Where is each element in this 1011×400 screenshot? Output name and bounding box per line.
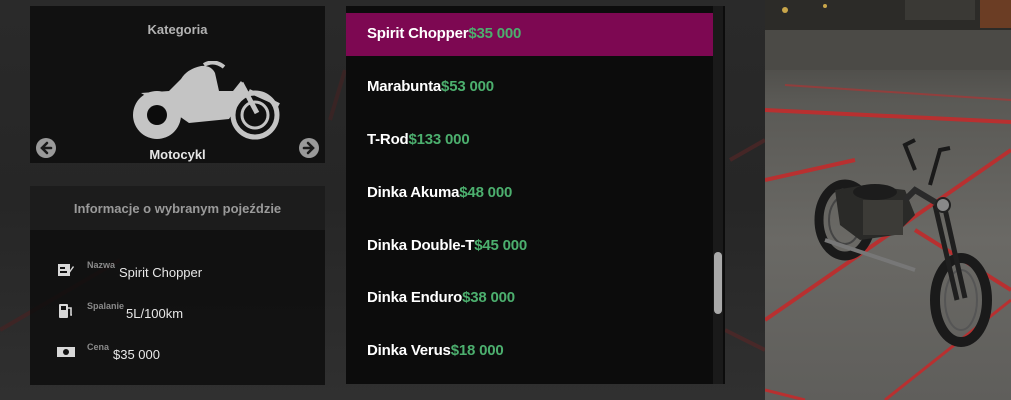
vehicle-list-item[interactable]: Dinka Double-T$45 000 xyxy=(346,225,713,268)
info-value-name: Spirit Chopper xyxy=(119,265,203,280)
id-card-icon xyxy=(58,264,74,276)
info-label-fuel: Spalanie xyxy=(87,301,125,311)
vehicle-info-panel: Informacje o wybranym pojeździe Nazwa Sp… xyxy=(30,186,325,385)
motorcycle-model xyxy=(814,138,992,347)
category-panel: Kategoria Motocykl xyxy=(30,6,325,163)
vehicle-list[interactable]: Spirit Chopper$35 000 Marabunta$53 000 T… xyxy=(346,6,725,384)
vehicle-list-item[interactable]: T-Rod$133 000 xyxy=(346,119,713,162)
vehicle-preview xyxy=(765,0,1011,400)
vehicle-price: $38 000 xyxy=(462,289,515,306)
vehicle-list-item[interactable]: Dinka Akuma$48 000 xyxy=(346,172,713,215)
vehicle-name: Spirit Chopper xyxy=(367,25,469,42)
vehicle-price: $48 000 xyxy=(459,184,513,201)
banknote-icon xyxy=(57,347,75,357)
vehicle-price: $53 000 xyxy=(441,78,494,95)
vehicle-price: $18 000 xyxy=(450,342,504,359)
scrollbar-track[interactable] xyxy=(713,6,723,384)
motorcycle-icon xyxy=(133,61,280,140)
next-category-button[interactable] xyxy=(299,138,319,158)
info-value-price: $35 000 xyxy=(113,347,160,362)
vehicle-name: T-Rod xyxy=(367,131,409,148)
info-label-price: Cena xyxy=(87,342,110,352)
vehicle-list-item[interactable]: Dinka Verus$18 000 xyxy=(346,330,713,373)
info-label-name: Nazwa xyxy=(87,260,116,270)
vehicle-price: $35 000 xyxy=(468,25,522,42)
vehicle-list-item[interactable]: Marabunta$53 000 xyxy=(346,66,713,109)
scrollbar-thumb[interactable] xyxy=(714,252,722,314)
vehicle-list-item[interactable]: Dinka Enduro$38 000 xyxy=(346,277,713,320)
vehicle-name: Dinka Verus xyxy=(367,342,451,359)
vehicle-list-item[interactable]: Spirit Chopper$35 000 xyxy=(346,13,713,56)
vehicle-price: $133 000 xyxy=(408,131,470,148)
vehicle-name: Marabunta xyxy=(367,78,442,95)
vehicle-name: Dinka Double-T xyxy=(367,237,475,254)
category-value: Motocykl xyxy=(149,147,206,162)
prev-category-button[interactable] xyxy=(36,138,56,158)
vehicle-name: Dinka Akuma xyxy=(367,184,460,201)
info-title-bar: Informacje o wybranym pojeździe xyxy=(30,186,325,230)
arrow-right-icon xyxy=(302,141,315,155)
fuel-pump-icon xyxy=(59,304,72,318)
info-value-fuel: 5L/100km xyxy=(126,306,184,321)
arrow-left-icon xyxy=(40,141,53,155)
category-title: Kategoria xyxy=(147,22,208,37)
info-title: Informacje o wybranym pojeździe xyxy=(73,201,282,216)
vehicle-price: $45 000 xyxy=(474,237,528,254)
vehicle-name: Dinka Enduro xyxy=(367,289,463,306)
